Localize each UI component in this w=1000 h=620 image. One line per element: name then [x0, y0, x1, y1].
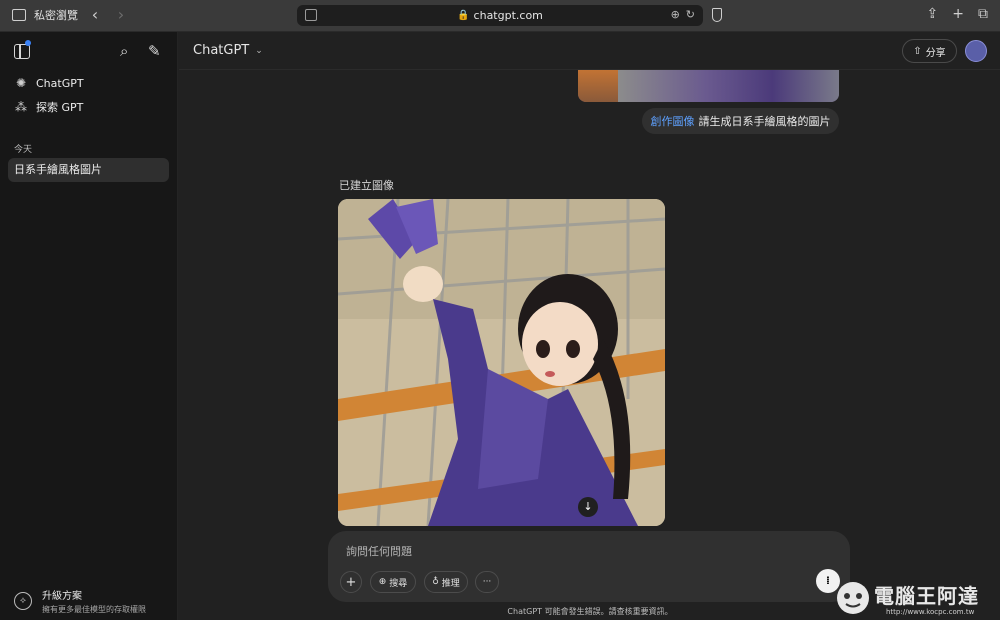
illustration — [338, 199, 665, 526]
composer: + ⊕ 搜尋 ♁ 推理 ··· ⁞ — [328, 531, 850, 602]
private-browsing-label: 私密瀏覽 — [34, 9, 78, 22]
new-tab-icon[interactable]: + — [952, 6, 964, 22]
sidebar-item-chatgpt[interactable]: ✺ ChatGPT — [8, 71, 168, 95]
grid-icon: ⁂ — [15, 100, 27, 114]
search-label: 搜尋 — [389, 578, 408, 589]
watermark-text: 電腦王阿達 — [874, 584, 979, 608]
plus-icon: + — [345, 574, 357, 590]
upgrade-plan-button[interactable]: ⟡ 升級方案 擁有更多最佳模型的存取權限 — [14, 587, 146, 615]
create-image-tag[interactable]: 創作圖像 — [651, 113, 695, 129]
history-item[interactable]: 日系手繪風格圖片 — [8, 158, 169, 182]
user-message-text: 請生成日系手繪風格的圖片 — [698, 115, 831, 128]
model-selector[interactable]: ChatGPT ⌄ — [193, 43, 263, 58]
url-text[interactable]: chatgpt.com — [474, 9, 543, 22]
previous-image[interactable] — [578, 70, 839, 102]
watermark: 電腦王阿達 http://www.kocpc.com.tw — [834, 576, 998, 618]
model-name: ChatGPT — [193, 43, 250, 58]
sidebar-item-label: 探索 GPT — [36, 101, 84, 114]
sidebar-toggle-icon[interactable] — [12, 9, 26, 21]
share-label: 分享 — [925, 47, 946, 59]
search-icon[interactable]: ⌕ — [120, 42, 128, 60]
reason-button[interactable]: ♁ 推理 — [424, 571, 468, 593]
sidebar: ⌕ ✎ ✺ ChatGPT ⁂ 探索 GPT 今天 日系手繪風格圖片 ⟡ 升級方… — [0, 32, 178, 620]
reason-label: 推理 — [441, 578, 460, 589]
tab-overview-icon[interactable]: ⧉ — [978, 6, 988, 22]
upgrade-title: 升級方案 — [42, 591, 82, 602]
avatar[interactable] — [965, 40, 987, 62]
image-created-label: 已建立圖像 — [339, 179, 394, 192]
notification-dot — [25, 40, 31, 46]
address-bar[interactable]: 🔒 chatgpt.com ⊕ ↻ — [297, 5, 703, 26]
user-message: 創作圖像 請生成日系手繪風格的圖片 — [642, 108, 839, 134]
lock-icon: 🔒 — [457, 10, 470, 21]
more-icon: ··· — [482, 577, 492, 587]
share-icon: ⇧ — [913, 45, 922, 57]
attach-button[interactable]: + — [340, 571, 362, 593]
forward-icon[interactable]: › — [112, 7, 130, 23]
sidebar-item-explore-gpt[interactable]: ⁂ 探索 GPT — [8, 95, 168, 119]
reload-icon[interactable]: ↻ — [686, 8, 695, 21]
reader-icon[interactable] — [305, 9, 317, 21]
globe-icon: ⊕ — [378, 577, 387, 587]
chevron-down-icon: ⌄ — [255, 45, 263, 56]
upgrade-subtitle: 擁有更多最佳模型的存取權限 — [42, 605, 146, 614]
close-sidebar-icon[interactable] — [14, 44, 30, 59]
download-icon[interactable]: ↓ — [578, 497, 598, 517]
translate-icon[interactable]: ⊕ — [671, 8, 680, 21]
message-input[interactable] — [346, 543, 766, 559]
sidebar-item-label: ChatGPT — [36, 76, 84, 90]
search-button[interactable]: ⊕ 搜尋 — [370, 571, 416, 593]
share-button[interactable]: ⇧ 分享 — [902, 39, 957, 63]
privacy-shield-icon[interactable] — [712, 8, 722, 22]
more-options-button[interactable]: ··· — [475, 571, 499, 593]
history-section-today: 今天 — [14, 145, 33, 155]
generated-image[interactable] — [338, 199, 665, 526]
lightbulb-icon: ♁ — [432, 577, 439, 587]
main-header: ChatGPT ⌄ ⇧ 分享 — [179, 32, 1000, 70]
upgrade-icon: ⟡ — [14, 592, 32, 610]
disclaimer: ChatGPT 可能會發生錯誤。請查核重要資訊。 — [507, 607, 673, 616]
watermark-url: http://www.kocpc.com.tw — [886, 608, 975, 616]
back-icon[interactable]: ‹ — [86, 7, 104, 23]
new-chat-icon[interactable]: ✎ — [148, 42, 161, 60]
watermark-mascot-icon — [837, 582, 869, 614]
browser-toolbar: 私密瀏覽 ‹ › 🔒 chatgpt.com ⊕ ↻ ⇪ + ⧉ — [0, 0, 1000, 32]
share-page-icon[interactable]: ⇪ — [927, 6, 939, 22]
openai-logo-icon: ✺ — [15, 76, 27, 90]
